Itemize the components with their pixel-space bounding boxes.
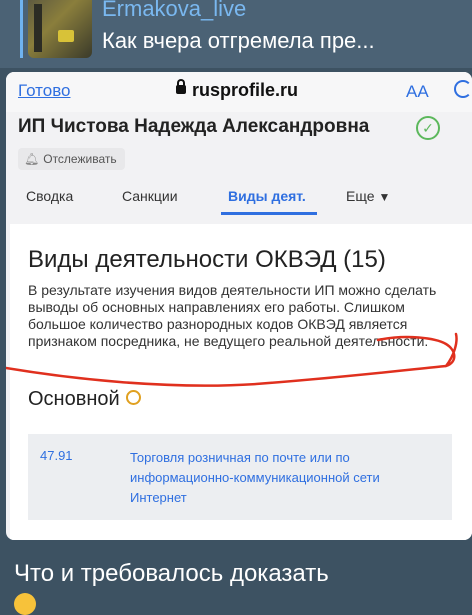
tab-summary[interactable]: Сводка: [26, 188, 73, 204]
tab-bar: Сводка Санкции Виды деят. Еще ▼: [6, 180, 472, 216]
active-tab-indicator: [221, 212, 317, 215]
message-caption: Что и требовалось доказать: [14, 560, 329, 587]
tab-activities[interactable]: Виды деят.: [228, 188, 306, 204]
reload-icon[interactable]: [454, 80, 472, 98]
clock-icon: [125, 390, 141, 406]
reply-preview[interactable]: Ermakova_live Как вчера отгремела пре...: [0, 0, 472, 68]
activities-card: Виды деятельности ОКВЭД (15) В результат…: [10, 224, 472, 540]
browser-toolbar: Готово rusprofile.ru AA: [6, 72, 472, 112]
reply-accent-bar: [20, 0, 23, 58]
url-text: rusprofile.ru: [192, 80, 299, 100]
track-button[interactable]: 🔔︎ Отслеживать: [18, 148, 125, 170]
tab-more[interactable]: Еще ▼: [346, 188, 390, 204]
screenshot-image: Готово rusprofile.ru AA ИП Чистова Надеж…: [6, 72, 472, 540]
address-bar[interactable]: rusprofile.ru: [176, 78, 299, 101]
track-label: Отслеживать: [43, 152, 117, 166]
okved-row[interactable]: 47.91 Торговля розничная по почте или по…: [28, 434, 452, 520]
lock-icon: [176, 78, 186, 94]
reply-author: Ermakova_live: [102, 0, 247, 21]
bell-icon: 🔔︎: [24, 152, 40, 166]
okved-code[interactable]: 47.91: [40, 448, 73, 463]
card-title: Виды деятельности ОКВЭД (15): [28, 246, 386, 273]
tab-more-label: Еще: [346, 188, 375, 204]
text-size-button[interactable]: AA: [406, 82, 429, 102]
verified-check-icon: ✓: [416, 116, 440, 140]
reply-text: Как вчера отгремела пре...: [102, 28, 375, 53]
okved-name[interactable]: Торговля розничная по почте или по инфор…: [130, 448, 440, 508]
section-title-text: Основной: [28, 388, 120, 410]
chevron-down-icon: ▼: [378, 190, 391, 204]
emoji-icon: [14, 593, 36, 615]
done-button[interactable]: Готово: [18, 81, 71, 101]
section-title: Основной: [28, 388, 141, 411]
reply-thumbnail: [28, 0, 92, 58]
tab-sanctions[interactable]: Санкции: [122, 188, 178, 204]
company-title: ИП Чистова Надежда Александровна: [18, 116, 370, 137]
card-description: В результате изучения видов деятельности…: [28, 282, 437, 349]
